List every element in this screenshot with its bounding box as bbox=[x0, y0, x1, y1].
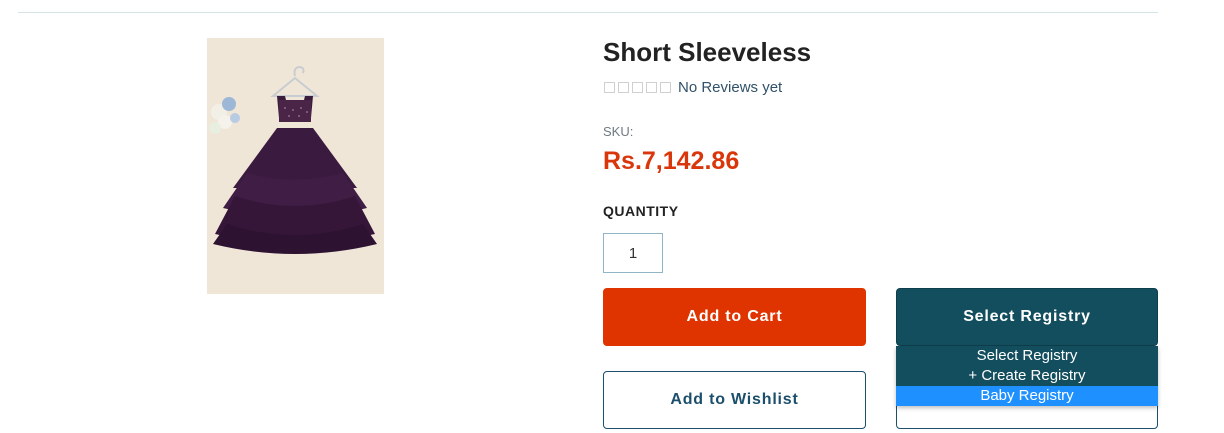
registry-option-select[interactable]: Select Registry bbox=[896, 346, 1158, 366]
rating-stars: No Reviews yet bbox=[604, 78, 782, 96]
sku-label: SKU: bbox=[603, 124, 634, 139]
star-icon bbox=[618, 81, 629, 93]
registry-option-create[interactable]: + Create Registry bbox=[896, 366, 1158, 386]
registry-dropdown-list[interactable]: Select Registry + Create Registry Baby R… bbox=[896, 346, 1158, 406]
product-page: Short Sleeveless No Reviews yet SKU: Rs.… bbox=[0, 0, 1224, 433]
top-divider bbox=[18, 12, 1158, 13]
product-price: Rs.7,142.86 bbox=[603, 147, 740, 175]
star-icon bbox=[660, 81, 671, 93]
product-title: Short Sleeveless bbox=[603, 37, 812, 67]
quantity-label: QUANTITY bbox=[603, 203, 679, 219]
reviews-text: No Reviews yet bbox=[678, 78, 783, 96]
star-icon bbox=[646, 81, 657, 93]
star-icon bbox=[604, 81, 615, 93]
add-to-cart-button[interactable]: Add to Cart bbox=[603, 288, 866, 346]
add-to-wishlist-button[interactable]: Add to Wishlist bbox=[603, 371, 866, 429]
select-registry-button[interactable]: Select Registry bbox=[896, 288, 1158, 346]
registry-option-baby[interactable]: Baby Registry bbox=[896, 386, 1158, 406]
quantity-input[interactable] bbox=[603, 233, 663, 273]
product-image[interactable] bbox=[207, 38, 384, 294]
star-icon bbox=[632, 81, 643, 93]
dress-photo-icon bbox=[207, 38, 384, 294]
